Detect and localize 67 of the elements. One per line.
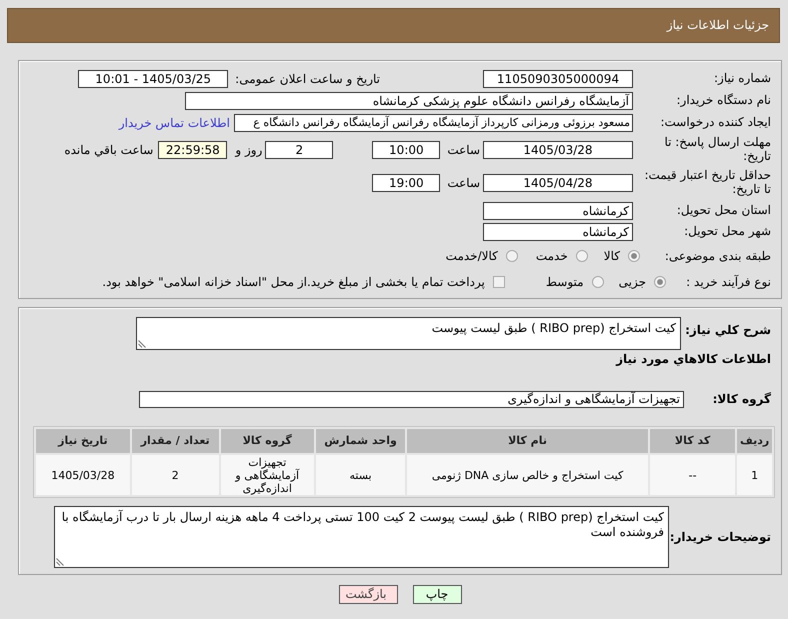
- table-header: تاریخ نیاز: [36, 429, 130, 453]
- table-header: ردیف: [737, 429, 772, 453]
- table-cell: 1405/03/28: [36, 455, 130, 495]
- field-label: نام دستگاه خریدار:: [676, 94, 771, 108]
- field-label: روز و: [235, 142, 262, 158]
- resize-grip-icon[interactable]: [56, 558, 64, 566]
- radio-label: کالا/خدمت: [446, 248, 498, 264]
- remaining-time-field[interactable]: 22:59:58: [158, 141, 228, 159]
- buyer-org-field[interactable]: آزمایشگاه رفرانس دانشگاه علوم پزشکی کرمانشاه: [185, 92, 633, 110]
- validity-time-field[interactable]: 19:00: [372, 174, 440, 192]
- radio-label: متوسط: [546, 274, 584, 290]
- checkbox-label: پرداخت تمام یا بخشی از مبلغ خرید.از محل "اسناد خزانه اسلامی" خواهد بود.: [102, 274, 485, 290]
- province-field[interactable]: کرمانشاه: [483, 202, 633, 220]
- radio-button[interactable]: [628, 250, 640, 262]
- radio-label: خدمت: [536, 248, 568, 264]
- radio-label: کالا: [604, 248, 620, 264]
- table-cell: کیت استخراج و خالص سازی DNA ژنومی: [407, 455, 648, 495]
- section-title: اطلاعات کالاهاي مورد نیاز: [616, 352, 771, 366]
- table-header: تعداد / مقدار: [132, 429, 219, 453]
- requester-field[interactable]: مسعود برزوئی ورمزانی کارپرداز آزمایشگاه رفرانس آزمایشگاه رفرانس دانشگاه ع: [234, 114, 633, 132]
- radio-label: جزیی: [618, 274, 646, 290]
- announcement-date-field[interactable]: 1405/03/25 - 10:01: [78, 70, 228, 88]
- buyer-notes-field[interactable]: کیت استخراج (RIBO prep ) طبق لیست پیوست 2 کیت 100 تستی پرداخت 4 ماهه هزینه ارسال بار تا درب آزمایشگاه با فروشنده است: [54, 506, 669, 568]
- need-number-field[interactable]: 1105090305000094: [483, 70, 633, 88]
- field-label: ساعت: [447, 176, 480, 190]
- table-header: گروه کالا: [220, 429, 314, 453]
- buyer-notes-text: کیت استخراج (RIBO prep ) طبق لیست پیوست 2 کیت 100 تستی پرداخت 4 ماهه هزینه ارسال بار تا درب آزمایشگاه با فروشنده است: [62, 510, 664, 539]
- goods-group-field[interactable]: تجهیزات آزمایشگاهی و اندازه‌گیری: [139, 391, 684, 408]
- field-label: استان محل تحویل:: [676, 204, 771, 218]
- description-text: کیت استخراج (RIBO prep ) طبق لیست پیوست: [432, 321, 676, 335]
- validity-date-field[interactable]: 1405/04/28: [483, 174, 633, 192]
- back-button[interactable]: بازگشت: [338, 585, 398, 604]
- table-cell: 1: [737, 455, 772, 495]
- radio-button[interactable]: [592, 276, 604, 288]
- contact-link[interactable]: اطلاعات تماس خریدار: [118, 116, 230, 130]
- resize-grip-icon[interactable]: [138, 340, 146, 348]
- table-header: واحد شمارش: [316, 429, 406, 453]
- days-field[interactable]: 2: [265, 141, 334, 159]
- field-label: ساعت: [447, 142, 480, 158]
- radio-button[interactable]: [654, 276, 666, 288]
- field-label: توضیحات خریدار:: [669, 530, 771, 544]
- field-label: گروه کالا:: [712, 392, 771, 407]
- field-label: نوع فرآیند خرید :: [685, 274, 771, 290]
- print-button[interactable]: چاپ: [412, 585, 462, 604]
- radio-button[interactable]: [506, 250, 518, 262]
- field-label: طبقه بندی موضوعی:: [664, 248, 771, 264]
- field-label: شماره نیاز:: [713, 72, 771, 86]
- field-label: ایجاد کننده درخواست:: [659, 116, 771, 130]
- table-cell: 2: [132, 455, 219, 495]
- radio-button[interactable]: [576, 250, 588, 262]
- table-header: نام کالا: [407, 429, 648, 453]
- field-label: شرح کلي نیاز:: [684, 322, 771, 338]
- city-field[interactable]: کرمانشاه: [483, 223, 633, 241]
- field-label: ساعت باقي مانده: [64, 142, 154, 158]
- table-cell: بسته: [316, 455, 406, 495]
- deadline-date-field[interactable]: 1405/03/28: [483, 141, 633, 159]
- field-label: حداقل تاریخ اعتبار قیمت: تا تاریخ:: [643, 169, 771, 197]
- table-header: کد کالا: [650, 429, 736, 453]
- field-label: مهلت ارسال پاسخ: تا تاریخ:: [663, 136, 771, 164]
- checkbox[interactable]: [492, 276, 505, 288]
- deadline-time-field[interactable]: 10:00: [372, 141, 440, 159]
- description-field[interactable]: کیت استخراج (RIBO prep ) طبق لیست پیوست: [136, 317, 681, 350]
- table-cell: --: [650, 455, 736, 495]
- table-cell: تجهیزات آزمایشگاهی و اندازه‌گیری: [220, 455, 314, 495]
- field-label: تاریخ و ساعت اعلان عمومی:: [235, 72, 380, 86]
- page-title: جزئیات اطلاعات نیاز: [666, 18, 769, 33]
- field-label: شهر محل تحویل:: [683, 225, 771, 239]
